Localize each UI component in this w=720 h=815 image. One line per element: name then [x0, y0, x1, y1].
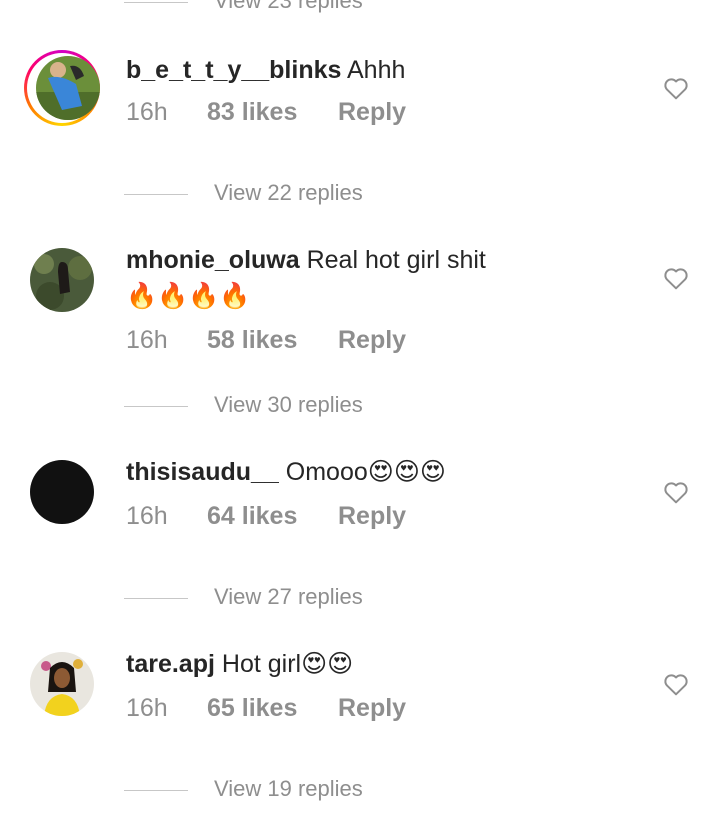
replies-divider: [124, 406, 188, 407]
view-replies-link[interactable]: View 27 replies: [214, 584, 363, 610]
username[interactable]: b_e_t_t_y__blinks: [126, 56, 341, 84]
heart-outline-icon[interactable]: [663, 480, 689, 504]
likes-count[interactable]: 64 likes: [207, 502, 297, 531]
avatar[interactable]: [36, 56, 100, 120]
view-replies-row[interactable]: View 22 replies: [124, 180, 524, 210]
timestamp: 16h: [126, 98, 168, 126]
replies-divider: [124, 2, 188, 3]
reply-button[interactable]: Reply: [338, 694, 406, 723]
heart-outline-icon[interactable]: [663, 266, 689, 290]
view-replies-row[interactable]: View 30 replies: [124, 392, 524, 422]
avatar[interactable]: [30, 460, 94, 524]
avatar[interactable]: [30, 248, 94, 312]
replies-divider: [124, 598, 188, 599]
view-replies-link[interactable]: View 22 replies: [214, 180, 363, 206]
comment-text: tare.apj Hot girl😍😍: [126, 646, 506, 682]
view-replies-row[interactable]: View 23 replies: [124, 0, 524, 18]
avatar[interactable]: [30, 652, 94, 716]
comment-body: Hot girl😍😍: [221, 650, 354, 678]
comment-text: b_e_t_t_y__blinks Ahhh: [126, 52, 506, 88]
likes-count[interactable]: 65 likes: [207, 694, 297, 723]
username[interactable]: tare.apj: [126, 650, 215, 678]
reply-button[interactable]: Reply: [338, 326, 406, 355]
replies-divider: [124, 194, 188, 195]
likes-count[interactable]: 58 likes: [207, 326, 297, 355]
username[interactable]: mhonie_oluwa: [126, 246, 300, 274]
view-replies-row[interactable]: View 19 replies: [124, 776, 524, 806]
view-replies-link[interactable]: View 23 replies: [214, 0, 363, 14]
comment-text: mhonie_oluwa Real hot girl shit🔥🔥🔥🔥: [126, 242, 486, 314]
likes-count[interactable]: 83 likes: [207, 98, 297, 127]
view-replies-link[interactable]: View 30 replies: [214, 392, 363, 418]
timestamp: 16h: [126, 326, 168, 354]
heart-outline-icon[interactable]: [663, 76, 689, 100]
heart-outline-icon[interactable]: [663, 672, 689, 696]
replies-divider: [124, 790, 188, 791]
comment-body: Ahhh: [346, 56, 406, 84]
view-replies-row[interactable]: View 27 replies: [124, 584, 524, 614]
timestamp: 16h: [126, 694, 168, 722]
comment-body: Omooo😍😍😍: [285, 458, 446, 486]
view-replies-link[interactable]: View 19 replies: [214, 776, 363, 802]
reply-button[interactable]: Reply: [338, 98, 406, 127]
timestamp: 16h: [126, 502, 168, 530]
reply-button[interactable]: Reply: [338, 502, 406, 531]
comment-text: thisisaudu__ Omooo😍😍😍: [126, 454, 506, 490]
username[interactable]: thisisaudu__: [126, 458, 279, 486]
